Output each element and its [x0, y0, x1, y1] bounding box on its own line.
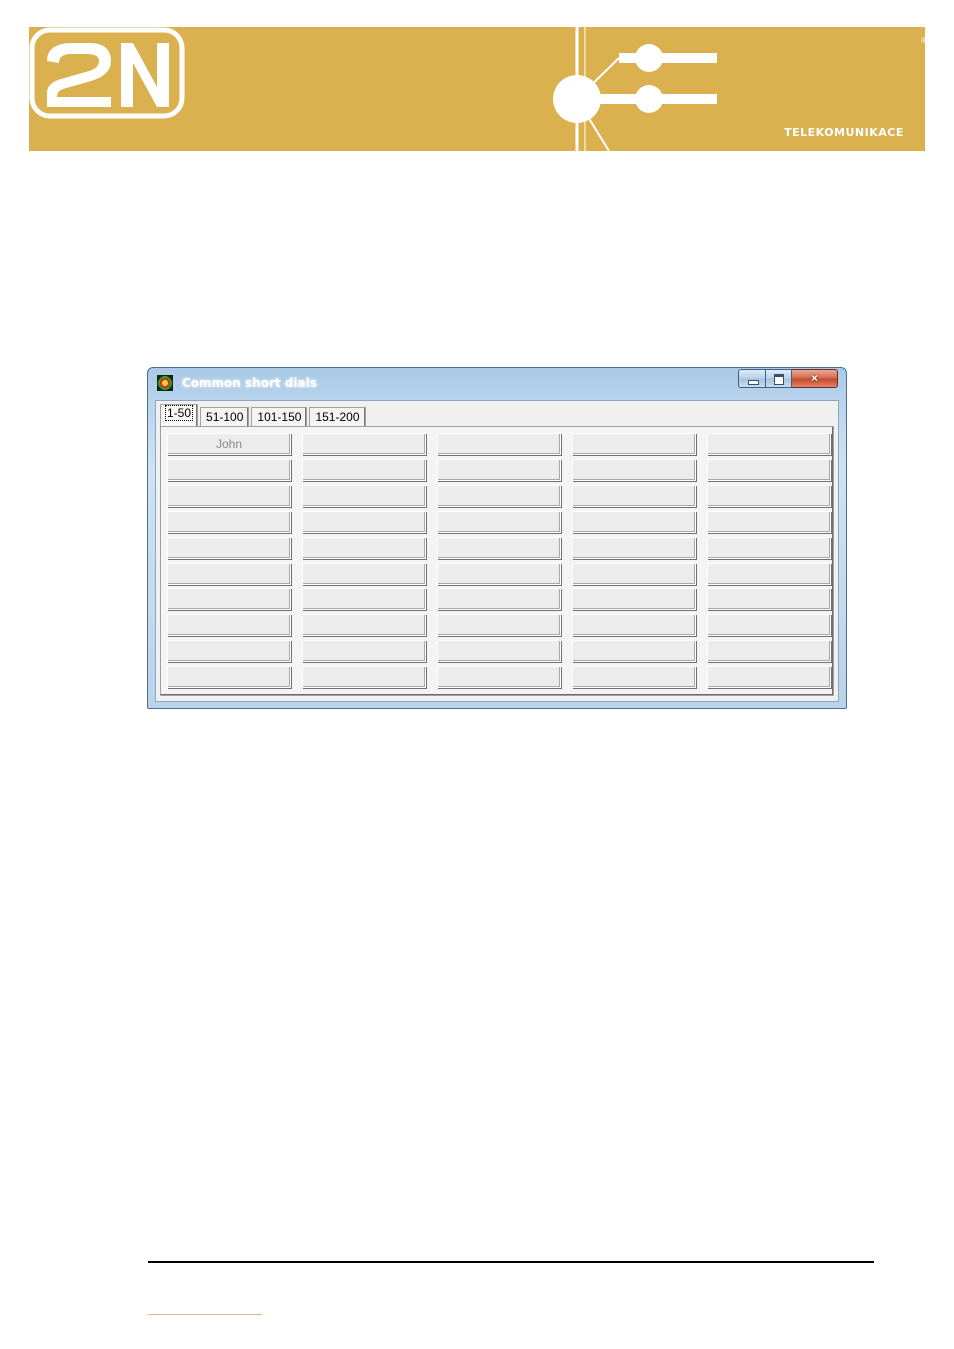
- short-dial-button[interactable]: [707, 588, 831, 610]
- header-banner: ® TELEKOMUNIKACE: [29, 27, 925, 151]
- short-dial-button[interactable]: [167, 588, 291, 610]
- tab-51-100[interactable]: 51-100: [200, 407, 250, 426]
- short-dial-button[interactable]: [707, 563, 831, 585]
- close-icon: ×: [810, 371, 818, 385]
- short-dial-button[interactable]: [572, 433, 696, 455]
- maximize-button[interactable]: [766, 369, 792, 388]
- short-dial-button[interactable]: [707, 485, 831, 507]
- short-dial-button[interactable]: [572, 537, 696, 559]
- footer-link[interactable]: [148, 1314, 262, 1315]
- short-dial-button[interactable]: [572, 511, 696, 533]
- short-dial-button[interactable]: [707, 614, 831, 636]
- short-dial-button[interactable]: [437, 459, 561, 481]
- short-dial-button[interactable]: [302, 511, 426, 533]
- short-dial-button[interactable]: [437, 666, 561, 688]
- short-dial-button[interactable]: [572, 666, 696, 688]
- short-dial-button[interactable]: [167, 666, 291, 688]
- short-dial-button[interactable]: [167, 614, 291, 636]
- short-dial-button[interactable]: [437, 537, 561, 559]
- common-short-dials-window: Common short dials × 1-50 51-100 101-150…: [147, 367, 847, 709]
- short-dial-button[interactable]: [572, 563, 696, 585]
- short-dial-button[interactable]: [707, 511, 831, 533]
- short-dial-button[interactable]: [572, 459, 696, 481]
- tab-label: 1-50: [164, 405, 194, 421]
- short-dial-button[interactable]: [437, 563, 561, 585]
- short-dial-button[interactable]: [707, 640, 831, 662]
- tab-panel: John: [160, 426, 834, 696]
- short-dial-button[interactable]: [572, 640, 696, 662]
- short-dial-button[interactable]: [437, 485, 561, 507]
- short-dial-button[interactable]: [707, 433, 831, 455]
- registered-mark: ®: [921, 36, 925, 45]
- short-dial-button[interactable]: [302, 563, 426, 585]
- short-dial-button[interactable]: [572, 485, 696, 507]
- tab-151-200[interactable]: 151-200: [309, 407, 366, 426]
- tab-strip: 1-50 51-100 101-150 151-200: [160, 404, 368, 426]
- close-button[interactable]: ×: [792, 369, 838, 388]
- short-dial-button[interactable]: [572, 588, 696, 610]
- short-dial-button[interactable]: [707, 459, 831, 481]
- short-dial-button[interactable]: [302, 459, 426, 481]
- tab-1-50[interactable]: 1-50: [160, 404, 199, 426]
- short-dial-button[interactable]: [167, 485, 291, 507]
- window-title: Common short dials: [182, 376, 317, 390]
- short-dial-button[interactable]: [437, 640, 561, 662]
- brand-tagline: TELEKOMUNIKACE: [784, 126, 904, 139]
- short-dial-button[interactable]: [167, 640, 291, 662]
- short-dial-button[interactable]: [167, 511, 291, 533]
- short-dial-button[interactable]: [437, 433, 561, 455]
- short-dial-button[interactable]: [302, 588, 426, 610]
- footer-divider: [148, 1261, 874, 1263]
- short-dial-button[interactable]: John: [167, 433, 291, 455]
- short-dial-button[interactable]: [167, 563, 291, 585]
- app-icon[interactable]: [157, 375, 173, 391]
- short-dial-button[interactable]: [707, 666, 831, 688]
- 2n-logo-icon: [29, 27, 185, 119]
- short-dial-button[interactable]: [302, 614, 426, 636]
- short-dial-button[interactable]: [572, 614, 696, 636]
- short-dial-button[interactable]: [302, 433, 426, 455]
- caption-buttons: ×: [738, 369, 838, 388]
- short-dial-button[interactable]: [437, 511, 561, 533]
- short-dial-button[interactable]: [302, 485, 426, 507]
- client-area: 1-50 51-100 101-150 151-200 John: [155, 400, 839, 702]
- short-dial-button[interactable]: [302, 640, 426, 662]
- tab-101-150[interactable]: 101-150: [251, 407, 308, 426]
- minimize-button[interactable]: [738, 369, 766, 388]
- short-dial-button[interactable]: [437, 614, 561, 636]
- short-dial-button[interactable]: [707, 537, 831, 559]
- short-dial-button[interactable]: [167, 537, 291, 559]
- title-bar[interactable]: Common short dials ×: [148, 368, 846, 398]
- minimize-icon: [748, 380, 759, 385]
- short-dial-button[interactable]: [302, 666, 426, 688]
- short-dial-button[interactable]: [437, 588, 561, 610]
- short-dial-button[interactable]: [302, 537, 426, 559]
- short-dial-button[interactable]: [167, 459, 291, 481]
- maximize-icon: [774, 374, 784, 385]
